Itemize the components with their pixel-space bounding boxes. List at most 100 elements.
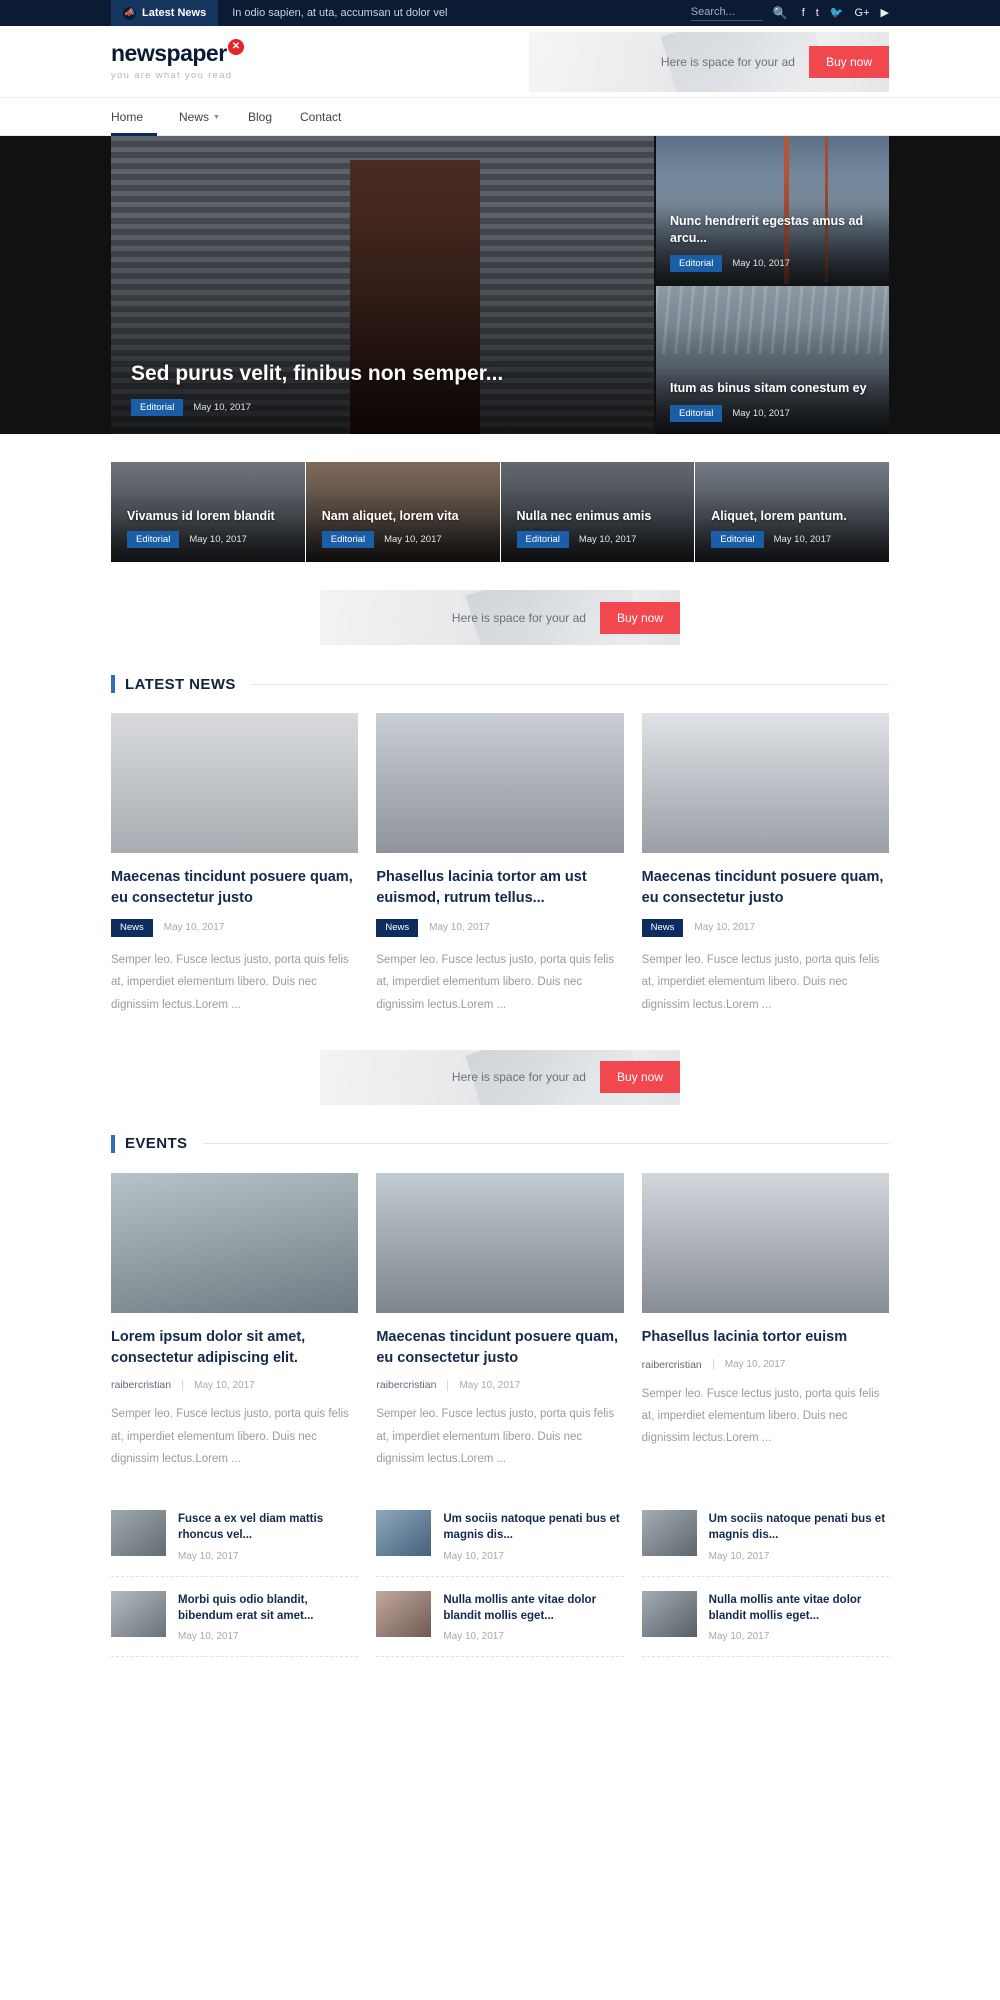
buy-now-button[interactable]: Buy now: [808, 45, 889, 78]
list-item[interactable]: Nulla mollis ante vitae dolor blandit mo…: [376, 1577, 624, 1657]
section-divider: [203, 1143, 889, 1145]
hero-side-story-1[interactable]: Nunc hendrerit egestas amus ad arcu... E…: [656, 136, 889, 284]
list-item-title: Nulla mollis ante vitae dolor blandit mo…: [443, 1593, 597, 1622]
publish-date: May 10, 2017: [189, 533, 247, 545]
category-badge[interactable]: Editorial: [127, 530, 180, 548]
section-accent-bar: [111, 1134, 115, 1153]
event-card[interactable]: Maecenas tincidunt posuere quam, eu cons…: [376, 1172, 624, 1470]
nav-item-blog[interactable]: Blog: [234, 98, 286, 135]
list-item[interactable]: Morbi quis odio blandit, bibendum erat s…: [111, 1577, 359, 1657]
latest-news-section: LATEST NEWS Maecenas tincidunt posuere q…: [111, 675, 889, 1016]
event-card[interactable]: Lorem ipsum dolor sit amet, consectetur …: [111, 1172, 359, 1470]
news-card[interactable]: Maecenas tincidunt posuere quam, eu cons…: [111, 713, 359, 1016]
category-badge[interactable]: News: [641, 919, 684, 937]
list-item[interactable]: Fusce a ex vel diam mattis rhoncus vel..…: [111, 1496, 359, 1577]
list-item-thumbnail: [376, 1510, 432, 1557]
hero-side-title: Nunc hendrerit egestas amus ad arcu...: [670, 213, 864, 245]
publish-date: May 10, 2017: [163, 922, 225, 934]
list-item-thumbnail: [111, 1590, 166, 1637]
featured-title: Nam aliquet, lorem vita: [321, 508, 459, 523]
news-card-image: [641, 713, 889, 853]
news-card-excerpt: Semper leo. Fusce lectus justo, porta qu…: [641, 953, 880, 1011]
list-item[interactable]: Nulla mollis ante vitae dolor blandit mo…: [641, 1577, 889, 1657]
news-card[interactable]: Phasellus lacinia tortor am ust euismod,…: [376, 713, 624, 1016]
author-name[interactable]: raibercristian: [111, 1379, 171, 1391]
featured-card[interactable]: Vivamus id lorem blandit Editorial May 1…: [111, 462, 305, 562]
list-item-title: Morbi quis odio blandit, bibendum erat s…: [178, 1593, 314, 1622]
category-badge[interactable]: Editorial: [321, 530, 375, 548]
latest-news-tag: 📣 Latest News: [111, 0, 219, 26]
featured-card[interactable]: Nam aliquet, lorem vita Editorial May 10…: [305, 462, 500, 562]
twitter-icon[interactable]: 🐦: [830, 7, 844, 19]
event-card-excerpt: Semper leo. Fusce lectus justo, porta qu…: [376, 1408, 615, 1465]
ticker-text: In odio sapien, at uta, accumsan ut dolo…: [232, 7, 448, 19]
category-badge[interactable]: Editorial: [670, 254, 723, 272]
publish-date: May 10, 2017: [194, 1379, 255, 1391]
publish-date: May 10, 2017: [694, 922, 756, 934]
nav-label: News: [179, 109, 210, 124]
search-icon[interactable]: 🔍: [773, 7, 788, 19]
nav-item-news[interactable]: News ▼: [165, 98, 234, 135]
nav-item-contact[interactable]: Contact: [286, 98, 355, 135]
news-card-excerpt: Semper leo. Fusce lectus justo, porta qu…: [376, 953, 615, 1011]
meta-separator: [182, 1379, 184, 1391]
publish-date: May 10, 2017: [773, 533, 832, 545]
category-badge[interactable]: Editorial: [711, 530, 764, 548]
publish-date: May 10, 2017: [429, 922, 490, 934]
section-title: LATEST NEWS: [125, 675, 236, 693]
list-item-thumbnail: [641, 1590, 697, 1637]
buy-now-button[interactable]: Buy now: [599, 601, 680, 634]
news-card-image: [111, 713, 359, 853]
top-bar: 📣 Latest News In odio sapien, at uta, ac…: [0, 0, 1000, 26]
ad-banner[interactable]: Here is space for your ad Buy now: [320, 590, 680, 645]
main-navigation: Home News ▼ Blog Contact: [0, 98, 1000, 136]
event-card-title: Phasellus lacinia tortor euism: [641, 1328, 848, 1345]
nav-label: Blog: [247, 109, 272, 124]
header-ad-banner[interactable]: Here is space for your ad Buy now: [529, 31, 889, 92]
nav-label: Contact: [300, 109, 342, 124]
youtube-icon[interactable]: ▶: [881, 7, 889, 19]
social-links: f t 🐦 G+ ▶: [802, 7, 889, 19]
search-area: 🔍: [690, 5, 788, 21]
category-badge[interactable]: News: [111, 919, 153, 937]
category-badge[interactable]: News: [376, 919, 419, 937]
logo-x-icon: ✕: [227, 39, 244, 55]
facebook-icon[interactable]: f: [802, 7, 805, 19]
featured-card[interactable]: Aliquet, lorem pantum. Editorial May 10,…: [695, 462, 889, 562]
event-card-image: [376, 1172, 624, 1313]
nav-item-home[interactable]: Home: [111, 98, 158, 136]
list-item-title: Um sociis natoque penati bus et magnis d…: [708, 1513, 886, 1542]
megaphone-icon: 📣: [123, 6, 136, 20]
hero-side-story-2[interactable]: Itum as binus sitam conestum ey Editoria…: [656, 286, 889, 434]
list-item[interactable]: Um sociis natoque penati bus et magnis d…: [641, 1496, 889, 1577]
ad-text: Here is space for your ad: [451, 1070, 586, 1085]
tumblr-icon[interactable]: t: [816, 7, 819, 19]
site-logo[interactable]: newspaper ✕ you are what you read: [111, 39, 311, 81]
featured-title: Vivamus id lorem blandit: [127, 508, 275, 523]
meta-separator: [447, 1379, 449, 1391]
event-card[interactable]: Phasellus lacinia tortor euism raibercri…: [641, 1172, 889, 1470]
ad-text: Here is space for your ad: [451, 610, 586, 625]
event-card-image: [641, 1172, 889, 1313]
event-card-excerpt: Semper leo. Fusce lectus justo, porta qu…: [641, 1387, 880, 1445]
google-plus-icon[interactable]: G+: [855, 7, 870, 19]
publish-date: May 10, 2017: [178, 1550, 239, 1562]
category-badge[interactable]: Editorial: [670, 404, 723, 422]
section-header-latest-news: LATEST NEWS: [111, 675, 889, 693]
hero-side-title: Itum as binus sitam conestum ey: [670, 380, 867, 395]
category-badge[interactable]: Editorial: [131, 398, 184, 416]
list-item[interactable]: Um sociis natoque penati bus et magnis d…: [376, 1496, 624, 1577]
hero-main-story[interactable]: Sed purus velit, finibus non semper... E…: [111, 136, 654, 434]
ad-banner[interactable]: Here is space for your ad Buy now: [320, 1049, 680, 1105]
category-badge[interactable]: Editorial: [516, 530, 569, 548]
publish-date: May 10, 2017: [443, 1550, 504, 1562]
news-card-excerpt: Semper leo. Fusce lectus justo, porta qu…: [111, 953, 349, 1011]
news-card[interactable]: Maecenas tincidunt posuere quam, eu cons…: [641, 713, 889, 1016]
author-name[interactable]: raibercristian: [376, 1379, 436, 1391]
publish-date: May 10, 2017: [193, 401, 251, 413]
featured-card[interactable]: Nulla nec enimus amis Editorial May 10, …: [500, 462, 695, 562]
publish-date: May 10, 2017: [724, 1359, 786, 1370]
search-input[interactable]: [690, 5, 763, 21]
buy-now-button[interactable]: Buy now: [599, 1061, 680, 1094]
author-name[interactable]: raibercristian: [642, 1359, 702, 1371]
